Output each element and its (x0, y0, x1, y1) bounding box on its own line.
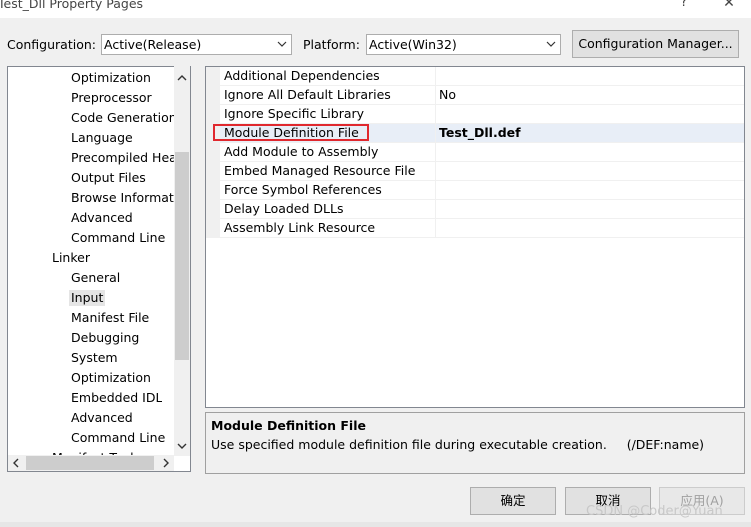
property-name: Ignore All Default Libraries (224, 87, 391, 102)
configuration-label: Configuration: (7, 37, 96, 52)
chevron-down-icon (277, 41, 287, 47)
tree-item[interactable]: Advanced (71, 210, 133, 226)
property-grid-gutter (206, 67, 220, 238)
help-button[interactable]: ? (676, 0, 692, 11)
window-title: Test_Dll Property Pages (0, 0, 144, 11)
description-text: Use specified module definition file dur… (211, 437, 705, 452)
platform-label: Platform: (303, 37, 360, 52)
tree-item[interactable]: Command Line (71, 430, 165, 446)
tree-item[interactable]: Input (69, 290, 106, 306)
property-name: Delay Loaded DLLs (224, 201, 344, 216)
property-name: Ignore Specific Library (224, 106, 365, 121)
property-name: Additional Dependencies (224, 68, 380, 83)
property-value[interactable]: No (439, 87, 456, 102)
property-row[interactable]: Ignore Specific Library (220, 105, 744, 124)
tree-item[interactable]: Embedded IDL (71, 390, 162, 406)
property-row[interactable]: Add Module to Assembly (220, 143, 744, 162)
tree-item[interactable]: Preprocessor (71, 90, 152, 106)
property-name: Embed Managed Resource File (224, 163, 416, 178)
property-row[interactable]: Assembly Link Resource (220, 219, 744, 238)
tree-item[interactable]: Optimization (71, 370, 151, 386)
scroll-up-icon[interactable] (174, 70, 190, 86)
tree-item[interactable]: Advanced (71, 410, 133, 426)
tree-item[interactable]: Optimization (71, 70, 151, 86)
property-row[interactable]: Additional Dependencies (220, 67, 744, 86)
chevron-down-icon (546, 41, 556, 47)
ok-button[interactable]: 确定 (470, 487, 556, 515)
property-row[interactable]: Embed Managed Resource File (220, 162, 744, 181)
close-button[interactable]: ✕ (719, 0, 739, 11)
tree-item[interactable]: Output Files (71, 170, 146, 186)
scroll-left-icon[interactable] (8, 455, 24, 471)
property-name: Add Module to Assembly (224, 144, 379, 159)
scroll-right-icon[interactable] (158, 455, 174, 471)
property-name: Force Symbol References (224, 182, 382, 197)
property-row[interactable]: Delay Loaded DLLs (220, 200, 744, 219)
tree-item[interactable]: General (71, 270, 120, 286)
tree-vertical-scroll-thumb[interactable] (175, 152, 189, 360)
tree-item[interactable]: Debugging (71, 330, 139, 346)
configuration-dropdown[interactable]: Active(Release) (101, 34, 292, 55)
bottom-strip (0, 522, 751, 527)
property-value[interactable]: Test_Dll.def (439, 125, 521, 140)
tree-item[interactable]: Linker (52, 250, 90, 266)
annotation-highlight-box (213, 124, 369, 141)
watermark: CSDN @Coder@Yuan (586, 504, 723, 519)
property-name: Assembly Link Resource (224, 220, 376, 235)
property-row[interactable]: Ignore All Default Libraries No (220, 86, 744, 105)
platform-dropdown[interactable]: Active(Win32) (366, 34, 561, 55)
description-title: Module Definition File (211, 418, 366, 433)
tree-item[interactable]: System (71, 350, 118, 366)
configuration-manager-button[interactable]: Configuration Manager... (572, 30, 739, 58)
tree-item[interactable]: Language (71, 130, 133, 146)
tree-item[interactable]: Manifest File (71, 310, 149, 326)
tree-item[interactable]: Precompiled Head (71, 150, 174, 166)
property-grid-divider[interactable] (435, 67, 436, 238)
configuration-value: Active(Release) (104, 37, 202, 52)
scroll-down-icon[interactable] (174, 438, 190, 454)
property-row[interactable]: Force Symbol References (220, 181, 744, 200)
tree-item[interactable]: Browse Informatio (71, 190, 174, 206)
tree-horizontal-scroll-thumb[interactable] (26, 456, 154, 470)
platform-value: Active(Win32) (369, 37, 457, 52)
tree-item[interactable]: Code Generation (71, 110, 174, 126)
tree-item[interactable]: Command Line (71, 230, 165, 246)
